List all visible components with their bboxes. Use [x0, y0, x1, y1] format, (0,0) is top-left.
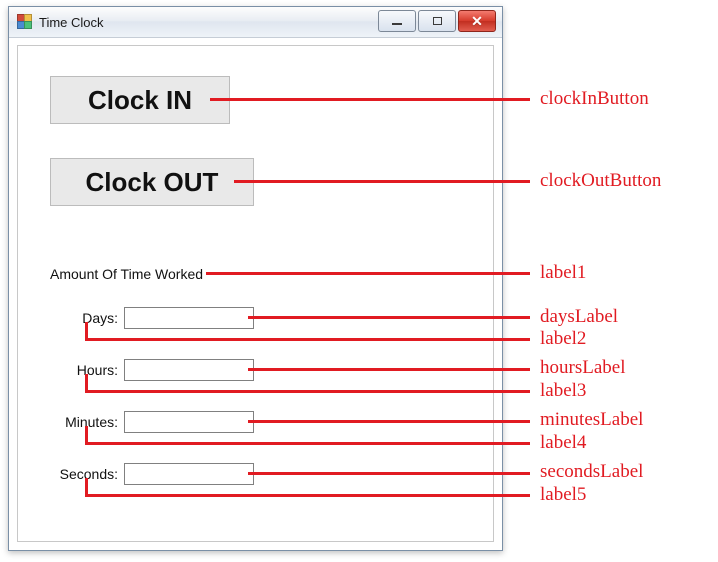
annotation-label5: label5 — [540, 484, 586, 506]
title-bar[interactable]: Time Clock ✕ — [9, 7, 502, 38]
annotation-label1: label1 — [540, 262, 586, 284]
minimize-button[interactable] — [378, 10, 416, 32]
hours-value-box — [124, 359, 254, 381]
client-area: Clock IN Clock OUT Amount Of Time Worked… — [17, 45, 494, 542]
minimize-icon — [392, 23, 402, 25]
annotation-minutesLabel: minutesLabel — [540, 409, 643, 431]
leader-line — [248, 368, 530, 371]
leader-line — [210, 98, 530, 101]
days-value-box — [124, 307, 254, 329]
leader-line — [234, 180, 530, 183]
leader-line — [85, 442, 530, 445]
leader-line — [248, 316, 530, 319]
annotation-hoursLabel: hoursLabel — [540, 357, 625, 379]
maximize-icon — [433, 17, 442, 25]
close-button[interactable]: ✕ — [458, 10, 496, 32]
annotation-clockInButton: clockInButton — [540, 88, 649, 110]
leader-line — [85, 390, 530, 393]
leader-line — [85, 338, 530, 341]
window-controls: ✕ — [378, 10, 496, 32]
annotation-secondsLabel: secondsLabel — [540, 461, 643, 483]
time-clock-window: Time Clock ✕ Clock IN Clock OUT Amount O… — [8, 6, 503, 551]
annotation-clockOutButton: clockOutButton — [540, 170, 661, 192]
annotation-daysLabel: daysLabel — [540, 306, 618, 328]
annotation-label2: label2 — [540, 328, 586, 350]
seconds-value-box — [124, 463, 254, 485]
window-title: Time Clock — [39, 15, 104, 30]
leader-line — [206, 272, 530, 275]
leader-line — [85, 494, 530, 497]
clock-in-button[interactable]: Clock IN — [50, 76, 230, 124]
amount-of-time-worked-label: Amount Of Time Worked — [50, 266, 203, 282]
clock-out-button[interactable]: Clock OUT — [50, 158, 254, 206]
leader-line — [248, 420, 530, 423]
annotation-label4: label4 — [540, 432, 586, 454]
app-icon — [17, 14, 33, 30]
annotation-label3: label3 — [540, 380, 586, 402]
minutes-value-box — [124, 411, 254, 433]
maximize-button[interactable] — [418, 10, 456, 32]
close-icon: ✕ — [471, 14, 483, 28]
leader-line — [248, 472, 530, 475]
